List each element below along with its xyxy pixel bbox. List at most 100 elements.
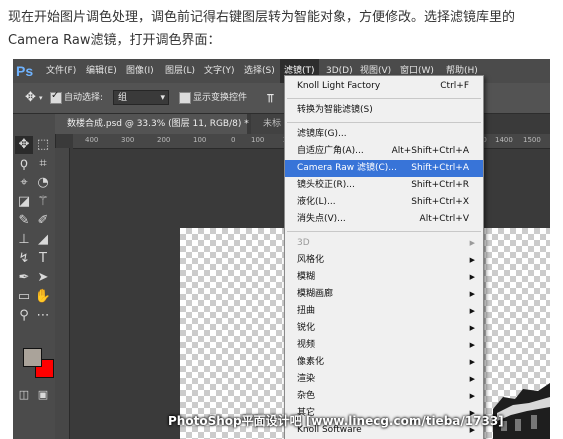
filter-menu-item[interactable]: 渲染 ▶ [285,371,483,388]
menu-select[interactable]: 选择(S) [244,59,275,83]
menu-image[interactable]: 图像(I) [126,59,154,83]
filter-menu-item[interactable]: Knoll Light Factory Ctrl+F [285,78,483,95]
filter-menu-item[interactable]: 视频 ▶ [285,337,483,354]
ruler-mark: 100 [251,136,265,144]
submenu-arrow-icon: ▶ [469,358,475,366]
menu-separator [287,122,481,123]
quick-mask-icon[interactable]: ◫ [15,386,33,404]
menu-item-shortcut: Alt+Shift+Ctrl+A [391,146,469,156]
menu-item-label: 转换为智能滤镜(S) [297,105,373,115]
photoshop-screenshot: Ps 文件(F) 编辑(E) 图像(I) 图层(L) 文字(Y) 选择(S) 滤… [13,59,550,439]
lasso-icon[interactable]: ϙ [15,155,33,173]
submenu-arrow-icon: ▶ [469,341,475,349]
ruler-mark: 0 [231,136,236,144]
filter-menu-item[interactable]: 像素化 ▶ [285,354,483,371]
menu-item-shortcut: Shift+Ctrl+R [411,180,469,190]
menu-item-label: 自适应广角(A)... [297,146,364,156]
text-icon[interactable]: T [34,250,52,268]
filter-menu-item[interactable]: 扭曲 ▶ [285,303,483,320]
filter-menu-item[interactable]: 滤镜库(G)... [285,126,483,143]
menu-item-label: 像素化 [297,357,325,367]
menu-item-shortcut: Alt+Ctrl+V [419,214,469,224]
menu-item-label: Knoll Light Factory [297,81,381,91]
filter-menu-item[interactable]: 风格化 ▶ [285,252,483,269]
hand-icon[interactable]: ✋ [34,288,52,306]
menu-file[interactable]: 文件(F) [46,59,76,83]
submenu-arrow-icon: ▶ [469,324,475,332]
menu-type[interactable]: 文字(Y) [204,59,235,83]
ruler-mark: 300 [121,136,135,144]
ruler-mark: 100 [193,136,207,144]
frame-icon[interactable]: ◪ [15,193,33,211]
menu-item-shortcut: Shift+Ctrl+A [411,163,469,173]
auto-select-checkbox[interactable] [50,90,62,104]
filter-menu-item[interactable]: 镜头校正(R)... Shift+Ctrl+R [285,177,483,194]
submenu-arrow-icon: ▶ [469,239,475,247]
intro-text: 现在开始图片调色处理，调色前记得右键图层转为智能对象，方便修改。选择滤镜库里的 … [8,6,558,52]
menu-separator [287,98,481,99]
align-top-icon[interactable]: ⫪ [267,83,274,113]
menu-item-shortcut: Shift+Ctrl+X [411,197,469,207]
vertical-ruler [55,148,70,439]
ruler-mark: 1500 [523,136,541,144]
menu-item-label: 液化(L)... [297,197,336,207]
ruler-mark: 400 [85,136,99,144]
zoom-icon[interactable]: ⚲ [15,307,33,325]
filter-menu-item[interactable]: Camera Raw 滤镜(C)... Shift+Ctrl+A [285,160,483,177]
screen-mode-icon[interactable]: ▣ [34,386,52,404]
menu-item-label: 扭曲 [297,306,316,316]
tab-document-1[interactable]: 数楼合成.psd @ 33.3% (图层 11, RGB/8) * × [55,114,259,134]
submenu-arrow-icon: ▶ [469,307,475,315]
ruler-mark: 1400 [495,136,513,144]
tools-panel: ✥ ⬚ ϙ ⌗ ⌖ ◔ ◪ ⚚ ✎ ✐ ⊥ ◢ ↯ T ✒ ➤ ▭ ✋ ⚲ ⋯ … [13,114,56,439]
menu-item-label: 锐化 [297,323,316,333]
filter-menu-item[interactable]: 模糊 ▶ [285,269,483,286]
filter-menu-item[interactable]: 液化(L)... Shift+Ctrl+X [285,194,483,211]
auto-select-dropdown[interactable]: 组 ▾ [113,90,169,105]
submenu-arrow-icon: ▶ [469,392,475,400]
move-tool-icon[interactable]: ✥ [15,136,33,154]
filter-menu-item[interactable]: 自适应广角(A)... Alt+Shift+Ctrl+A [285,143,483,160]
menu-item-label: 滤镜库(G)... [297,129,347,139]
healing-icon[interactable]: ✎ [15,212,33,230]
pen-icon[interactable]: ✒ [15,269,33,287]
menu-item-label: 消失点(V)... [297,214,346,224]
eyedropper-icon[interactable]: ⌖ [15,174,33,192]
submenu-arrow-icon: ▶ [469,290,475,298]
auto-select-label: 自动选择: [64,93,104,103]
show-transform-checkbox[interactable] [179,92,191,104]
menu-item-label: 模糊 [297,272,316,282]
path-select-icon[interactable]: ➤ [34,269,52,287]
quick-select-icon[interactable]: ◔ [34,174,52,192]
foreground-color-swatch[interactable] [23,348,42,367]
menu-layer[interactable]: 图层(L) [165,59,195,83]
stamp-icon[interactable]: ⊥ [15,231,33,249]
auto-select-value: 组 [118,93,128,103]
chevron-down-icon[interactable]: ▾ [39,83,43,113]
history-brush-icon[interactable]: ↯ [15,250,33,268]
more-icon[interactable]: ⋯ [34,307,52,325]
crop-icon[interactable]: ⌗ [34,155,52,173]
menu-item-label: Camera Raw 滤镜(C)... [297,163,397,173]
menu-item-label: 渲染 [297,374,316,384]
menu-item-label: 3D [297,238,310,248]
intro-line-2: Camera Raw滤镜，打开调色界面： [8,33,221,48]
brush-icon[interactable]: ✐ [34,212,52,230]
submenu-arrow-icon: ▶ [469,375,475,383]
filter-menu-item[interactable]: 转换为智能滤镜(S) [285,102,483,119]
filter-menu-item[interactable]: 3D ▶ [285,235,483,252]
marquee-icon[interactable]: ⬚ [34,136,52,154]
show-transform-label: 显示变换控件 [193,93,248,103]
menu-edit[interactable]: 编辑(E) [86,59,117,83]
filter-menu-item[interactable]: 锐化 ▶ [285,320,483,337]
menu-item-label: 杂色 [297,391,316,401]
move-icon[interactable]: ✥ [25,83,36,113]
filter-menu-item[interactable]: 模糊画廊 ▶ [285,286,483,303]
submenu-arrow-icon: ▶ [469,256,475,264]
eraser-icon[interactable]: ◢ [34,231,52,249]
magic-wand-icon[interactable]: ⚚ [34,193,52,211]
filter-menu-dropdown: Knoll Light Factory Ctrl+F 转换为智能滤镜(S) 滤镜库(G… [284,75,484,439]
filter-menu-item[interactable]: 消失点(V)... Alt+Ctrl+V [285,211,483,228]
filter-menu-item[interactable]: 杂色 ▶ [285,388,483,405]
rectangle-icon[interactable]: ▭ [15,288,33,306]
